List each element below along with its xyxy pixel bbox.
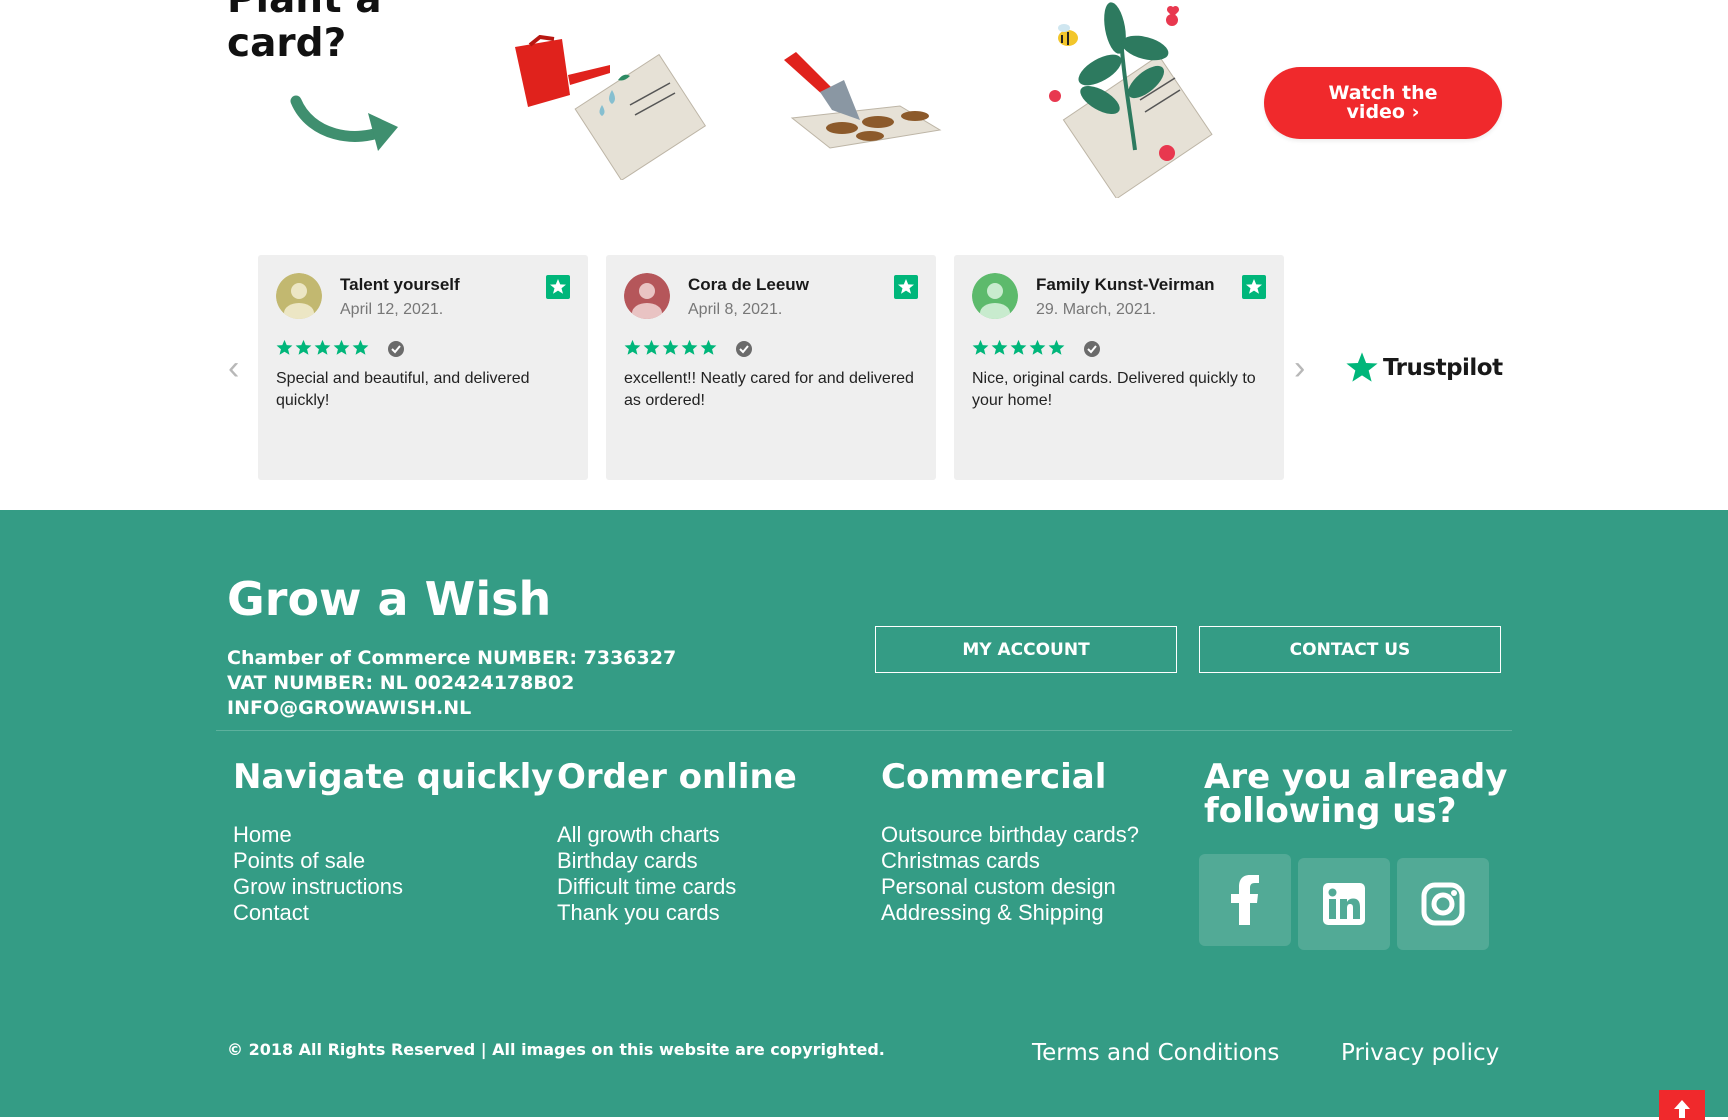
- footer-divider: [216, 730, 1512, 731]
- footer-link-outsource[interactable]: Outsource birthday cards?: [881, 822, 1139, 848]
- rating-stars: [624, 339, 717, 356]
- avatar: [972, 273, 1018, 319]
- instagram-icon: [1421, 882, 1465, 926]
- email-link[interactable]: INFO@GROWAWISH.NL: [227, 697, 471, 719]
- footer-brand: Grow a Wish: [227, 572, 552, 626]
- watch-video-button[interactable]: Watch the video ›: [1264, 67, 1502, 139]
- star-icon: [1010, 339, 1027, 355]
- facebook-button[interactable]: [1199, 854, 1291, 946]
- copyright-text: © 2018 All Rights Reserved | All images …: [227, 1040, 885, 1059]
- review-date: April 12, 2021.: [340, 301, 444, 318]
- navigate-links: Home Points of sale Grow instructions Co…: [233, 822, 403, 926]
- trustpilot-star-icon: [1242, 275, 1266, 299]
- arrow-up-icon: [1674, 1100, 1690, 1118]
- facebook-icon: [1231, 875, 1259, 925]
- review-card: Family Kunst-Veirman 29. March, 2021. Ni…: [954, 255, 1284, 480]
- review-text: excellent!! Neatly cared for and deliver…: [624, 370, 914, 409]
- verified-check-icon: [736, 341, 752, 357]
- reviewer-name: Cora de Leeuw: [688, 275, 809, 294]
- curved-arrow-icon: [290, 95, 398, 151]
- trustpilot-star-icon: [546, 275, 570, 299]
- star-icon: [1029, 339, 1046, 355]
- star-icon: [295, 339, 312, 355]
- footer-link-christmas-cards[interactable]: Christmas cards: [881, 848, 1139, 874]
- sprouting-card-illustration: [1049, 2, 1213, 198]
- star-icon: [624, 339, 641, 355]
- star-icon: [276, 339, 293, 355]
- avatar: [276, 273, 322, 319]
- review-card: Cora de Leeuw April 8, 2021. excellent!!…: [606, 255, 936, 480]
- trustpilot-star-icon: [894, 275, 918, 299]
- order-links: All growth charts Birthday cards Difficu…: [557, 822, 736, 926]
- star-icon: [681, 339, 698, 355]
- star-icon: [662, 339, 679, 355]
- trustpilot-star-icon: [1346, 352, 1378, 382]
- review-date: 29. March, 2021.: [1036, 301, 1157, 318]
- column-title-navigate: Navigate quickly: [233, 757, 554, 797]
- commercial-links: Outsource birthday cards? Christmas card…: [881, 822, 1139, 926]
- vat-number: VAT NUMBER: NL 002424178B02: [227, 672, 575, 694]
- star-icon: [314, 339, 331, 355]
- review-text: Nice, original cards. Delivered quickly …: [972, 370, 1256, 409]
- avatar: [624, 273, 670, 319]
- instagram-button[interactable]: [1397, 858, 1489, 950]
- footer-link-difficult-time-cards[interactable]: Difficult time cards: [557, 874, 736, 900]
- watch-video-label-2: video ›: [1346, 101, 1420, 123]
- follow-line2: following us?: [1204, 791, 1457, 831]
- verified-check-icon: [388, 341, 404, 357]
- reviewer-name: Family Kunst-Veirman: [1036, 275, 1215, 294]
- trustpilot-logo[interactable]: Trustpilot: [1345, 351, 1503, 385]
- footer-link-thank-you-cards[interactable]: Thank you cards: [557, 900, 736, 926]
- star-icon: [333, 339, 350, 355]
- footer-link-grow-instructions[interactable]: Grow instructions: [233, 874, 403, 900]
- column-title-follow: Are you already following us?: [1204, 760, 1507, 828]
- footer-link-growth-charts[interactable]: All growth charts: [557, 822, 736, 848]
- hero-title-line1: Plant a: [227, 0, 382, 22]
- back-to-top-button[interactable]: [1659, 1090, 1705, 1120]
- footer-link-points-of-sale[interactable]: Points of sale: [233, 848, 403, 874]
- hero-title: Plant a card?: [227, 0, 382, 66]
- review-date: April 8, 2021.: [688, 301, 783, 318]
- privacy-link[interactable]: Privacy policy: [1341, 1040, 1499, 1066]
- star-icon: [700, 339, 717, 355]
- carousel-next-arrow-icon[interactable]: ›: [1294, 351, 1316, 385]
- footer-link-contact[interactable]: Contact: [233, 900, 403, 926]
- column-title-commercial: Commercial: [881, 757, 1107, 797]
- verified-check-icon: [1084, 341, 1100, 357]
- linkedin-button[interactable]: [1298, 858, 1390, 950]
- review-text: Special and beautiful, and delivered qui…: [276, 370, 530, 409]
- star-icon: [991, 339, 1008, 355]
- contact-us-button[interactable]: CONTACT US: [1199, 626, 1501, 673]
- linkedin-icon: [1323, 883, 1365, 925]
- chamber-of-commerce: Chamber of Commerce NUMBER: 7336327: [227, 647, 677, 669]
- star-icon: [1048, 339, 1065, 355]
- watering-can-illustration: [515, 35, 707, 180]
- reviewer-name: Talent yourself: [340, 275, 460, 294]
- terms-link[interactable]: Terms and Conditions: [1032, 1040, 1279, 1066]
- star-icon: [972, 339, 989, 355]
- footer-link-addressing-shipping[interactable]: Addressing & Shipping: [881, 900, 1139, 926]
- star-icon: [352, 339, 369, 355]
- carousel-prev-arrow-icon[interactable]: ‹: [228, 351, 250, 385]
- footer-link-birthday-cards[interactable]: Birthday cards: [557, 848, 736, 874]
- my-account-button[interactable]: MY ACCOUNT: [875, 626, 1177, 673]
- star-icon: [643, 339, 660, 355]
- trowel-soil-illustration: [784, 52, 942, 149]
- trustpilot-label: Trustpilot: [1383, 355, 1503, 381]
- footer-link-home[interactable]: Home: [233, 822, 403, 848]
- column-title-order: Order online: [557, 757, 797, 797]
- hero-title-line2: card?: [227, 21, 347, 66]
- rating-stars: [972, 339, 1065, 356]
- rating-stars: [276, 339, 369, 356]
- review-card: Talent yourself April 12, 2021. Special …: [258, 255, 588, 480]
- footer-link-custom-design[interactable]: Personal custom design: [881, 874, 1139, 900]
